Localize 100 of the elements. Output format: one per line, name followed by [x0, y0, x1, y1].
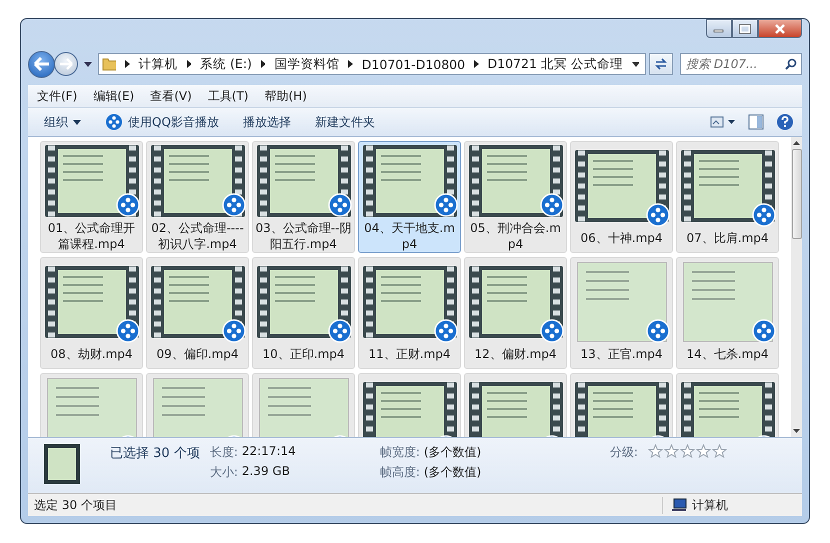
rating-star[interactable] — [680, 444, 695, 458]
scroll-up-icon[interactable] — [793, 141, 800, 145]
chevron-icon[interactable] — [260, 60, 266, 68]
file-name: 02、公式命理----初识八字.mp4 — [150, 220, 245, 252]
refresh-icon — [654, 58, 668, 70]
property-label: 大小: — [210, 464, 238, 481]
toolbar-button[interactable]: 组织 — [34, 110, 91, 134]
file-name: 12、偏财.mp4 — [473, 346, 558, 362]
maximize-button[interactable] — [732, 19, 758, 38]
file-name: 13、正官.mp4 — [579, 346, 664, 362]
breadcrumb[interactable]: D10721 北冥 公式命理 — [488, 56, 623, 72]
film-reel-icon — [646, 203, 670, 227]
back-button[interactable] — [28, 50, 55, 78]
file-name: 11、正财.mp4 — [367, 346, 452, 362]
file-item[interactable]: 03、公式命理--阴阳五行.mp4 — [252, 141, 355, 253]
film-reel-icon — [434, 193, 458, 217]
dropdown-caret-icon[interactable] — [632, 62, 639, 66]
help-button[interactable] — [774, 111, 796, 133]
scroll-thumb[interactable] — [792, 149, 802, 239]
toolbar-button[interactable]: 播放选择 — [232, 110, 301, 134]
chevron-icon[interactable] — [125, 60, 130, 68]
chevron-icon[interactable] — [474, 60, 479, 68]
file-name: 10、正印.mp4 — [261, 346, 346, 362]
film-reel-icon — [116, 193, 140, 217]
file-name: 05、刑冲合会.mp4 — [469, 220, 562, 252]
pane-icon — [748, 114, 764, 130]
film-reel-icon — [752, 203, 776, 227]
breadcrumb[interactable]: D10701-D10800 — [362, 56, 466, 72]
minimize-button[interactable] — [706, 19, 732, 38]
file-name: 08、劫财.mp4 — [49, 346, 134, 362]
picture-icon — [710, 116, 736, 128]
property-label: 帧高度: — [380, 464, 420, 481]
file-item[interactable]: 08、劫财.mp4 — [40, 257, 143, 369]
film-reel-icon — [116, 319, 140, 343]
close-button[interactable] — [758, 19, 802, 38]
menu-item[interactable]: 编辑(E) — [93, 88, 134, 104]
breadcrumb[interactable]: 计算机 — [138, 56, 178, 72]
property-value: (多个数值) — [424, 444, 482, 461]
file-item[interactable]: 07、比肩.mp4 — [676, 141, 779, 253]
forward-arrow-icon — [59, 58, 73, 70]
rating-star[interactable] — [664, 444, 679, 458]
file-name: 01、公式命理开篇课程.mp4 — [46, 220, 136, 252]
file-name: 09、偏印.mp4 — [155, 346, 240, 362]
rating-star[interactable] — [648, 444, 663, 458]
film-reel-icon — [752, 319, 776, 343]
preview-pane-button[interactable] — [746, 112, 766, 132]
search-field[interactable]: 搜索 D107... — [680, 53, 802, 75]
address-bar[interactable]: 计算机 系统 (E:) 国学资料馆 D10701-D10800 D10721 北冥 公式命理 — [98, 53, 646, 75]
menu-item[interactable]: 文件(F) — [37, 88, 78, 104]
file-item[interactable]: 04、天干地支.mp4 — [358, 141, 461, 253]
film-reel-icon — [328, 319, 352, 343]
menu-item[interactable]: 帮助(H) — [264, 88, 307, 104]
caret-icon — [73, 120, 81, 124]
file-item[interactable]: 13、正官.mp4 — [570, 257, 673, 369]
scrollbar[interactable] — [791, 137, 802, 437]
property-value: 2.39 GB — [242, 464, 291, 480]
breadcrumb[interactable]: 国学资料馆 — [274, 56, 340, 72]
property-label: 帧宽度: — [380, 444, 420, 461]
toolbar-button[interactable]: 使用QQ影音播放 — [95, 110, 229, 134]
property-label: 长度: — [210, 444, 238, 461]
file-item[interactable]: 12、偏财.mp4 — [464, 257, 567, 369]
video-thumbnail — [44, 444, 80, 484]
search-icon — [785, 58, 797, 70]
help-icon — [776, 113, 794, 131]
rating-label: 分级: — [610, 444, 638, 461]
status-text: 选定 30 个项目 — [34, 496, 117, 514]
refresh-button[interactable] — [649, 53, 673, 75]
file-item[interactable]: 05、刑冲合会.mp4 — [464, 141, 567, 253]
view-options-button[interactable] — [708, 114, 738, 130]
maximize-icon — [739, 24, 751, 34]
chevron-icon[interactable] — [186, 60, 192, 68]
breadcrumb[interactable]: 系统 (E:) — [200, 56, 252, 72]
menu-item[interactable]: 工具(T) — [208, 88, 248, 104]
computer-icon — [671, 498, 687, 512]
file-item[interactable]: 14、七杀.mp4 — [676, 257, 779, 369]
file-name: 14、七杀.mp4 — [685, 346, 770, 362]
file-item[interactable]: 06、十神.mp4 — [570, 141, 673, 253]
folder-icon — [102, 56, 116, 72]
toolbar-button[interactable]: 新建文件夹 — [304, 110, 385, 134]
rating-star[interactable] — [696, 444, 711, 458]
forward-button[interactable] — [54, 52, 78, 76]
selection-summary: 已选择 30 个项 — [110, 445, 200, 462]
menu-item[interactable]: 查看(V) — [150, 88, 192, 104]
file-name: 04、天干地支.mp4 — [363, 220, 456, 252]
film-reel-icon — [646, 319, 670, 343]
back-arrow-icon — [32, 57, 50, 71]
file-item[interactable]: 10、正印.mp4 — [252, 257, 355, 369]
dropdown-caret-icon[interactable] — [84, 62, 92, 66]
file-item[interactable]: 02、公式命理----初识八字.mp4 — [146, 141, 249, 253]
file-item[interactable]: 01、公式命理开篇课程.mp4 — [40, 141, 143, 253]
property-value: 22:17:14 — [242, 444, 297, 460]
scroll-down-icon[interactable] — [793, 429, 800, 433]
file-name: 07、比肩.mp4 — [685, 230, 770, 246]
film-reel-icon — [222, 193, 246, 217]
chevron-icon[interactable] — [348, 60, 353, 68]
file-item[interactable]: 11、正财.mp4 — [358, 257, 461, 369]
status-location: 计算机 — [692, 496, 728, 514]
file-name: 06、十神.mp4 — [579, 230, 664, 246]
file-item[interactable]: 09、偏印.mp4 — [146, 257, 249, 369]
rating-star[interactable] — [712, 444, 727, 458]
